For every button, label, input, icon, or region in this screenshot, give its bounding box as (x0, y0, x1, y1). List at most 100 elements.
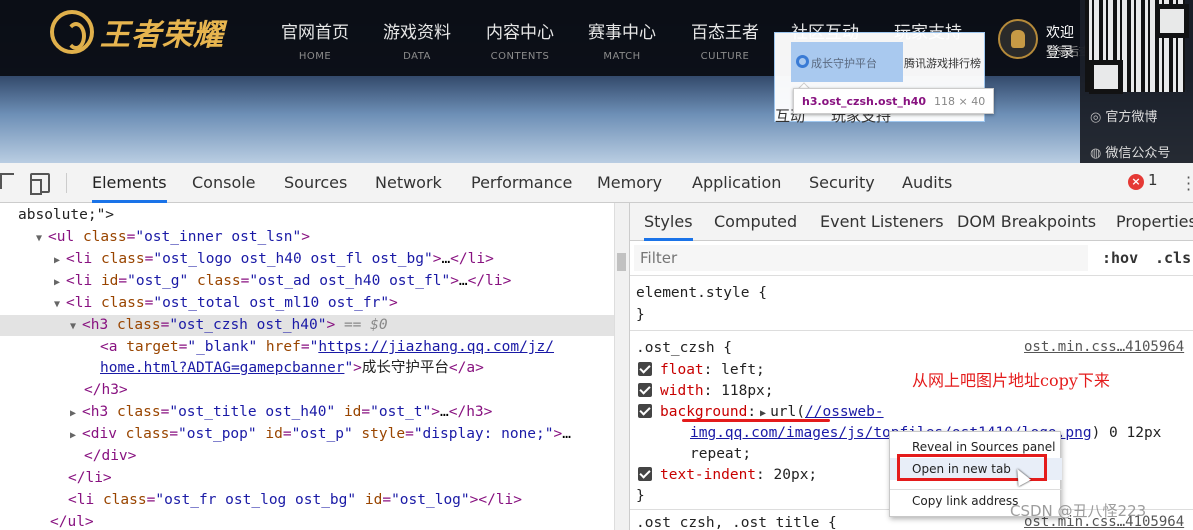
annotation-note: 从网上吧图片地址copy下来 (912, 371, 1110, 390)
game-ranking-link[interactable]: 腾讯游戏排行榜 (904, 55, 981, 71)
tab-network[interactable]: Network (375, 163, 442, 203)
nav-label: 赛事中心 (588, 23, 656, 43)
rule-close-brace: } (636, 307, 645, 323)
tree-line[interactable]: ▼ <li class="ost_total ost_ml10 ost_fr"> (0, 293, 614, 314)
devtools-toolbar: Elements Console Sources Network Perform… (0, 163, 1193, 203)
style-declaration[interactable]: width: 118px; (638, 381, 774, 401)
tree-line[interactable]: ▶ <li class="ost_logo ost_h40 ost_fl ost_… (0, 249, 614, 270)
rule-divider (630, 330, 1193, 331)
tooltip-selector: h3.ost_czsh.ost_h40 (802, 94, 927, 108)
nav-label: 游戏资料 (383, 23, 451, 43)
screenshot-root: 王者荣耀 官网首页 HOME 游戏资料 DATA 内容中心 CONTENTS 赛… (0, 0, 1193, 530)
tree-line[interactable]: absolute;"> (0, 205, 614, 226)
rule-source-link[interactable]: ost.min.css…4105964 (1024, 339, 1184, 355)
nav-label: 官网首页 (281, 23, 349, 43)
tree-line[interactable]: ▼ <ul class="ost_inner ost_lsn"> (0, 227, 614, 248)
rule-selector[interactable]: .ost_czsh { (636, 338, 732, 358)
error-icon[interactable]: × (1128, 174, 1144, 190)
expand-triangle-icon[interactable]: ▶ (70, 425, 82, 446)
tree-line[interactable]: ▶ <li id="ost_g" class="ost_ad ost_h40 os… (0, 271, 614, 292)
nav-item-match[interactable]: 赛事中心 MATCH (572, 18, 672, 62)
tree-line[interactable]: </li> (0, 468, 614, 489)
website-area: 王者荣耀 官网首页 HOME 游戏资料 DATA 内容中心 CONTENTS 赛… (0, 0, 1193, 163)
tree-line[interactable]: </div> (0, 446, 614, 467)
wechat-icon: ◍ (1090, 146, 1102, 161)
tab-memory[interactable]: Memory (597, 163, 662, 203)
weibo-icon: ◎ (1090, 110, 1102, 125)
declaration-checkbox[interactable] (638, 467, 652, 481)
watermark: CSDN @丑八怪223 (1010, 502, 1147, 520)
tree-line-selected[interactable]: ▼ <h3 class="ost_czsh ost_h40"> == $0 (0, 315, 614, 336)
toolbar-divider (66, 173, 67, 193)
declaration-checkbox[interactable] (638, 404, 652, 418)
element-style-selector[interactable]: element.style { (636, 283, 767, 303)
login-avatar-icon[interactable] (998, 19, 1038, 59)
nav-sublabel: CULTURE (700, 51, 750, 62)
expand-triangle-icon[interactable]: ▶ (54, 272, 66, 293)
nav-label: 百态王者 (691, 23, 759, 43)
tab-event-listeners[interactable]: Event Listeners (820, 203, 944, 241)
annotation-underline (682, 419, 830, 422)
tab-application[interactable]: Application (692, 163, 781, 203)
tooltip-size: 118 × 40 (934, 94, 986, 108)
tab-sources[interactable]: Sources (284, 163, 347, 203)
tree-line[interactable]: <a target="_blank" href="https://jiazhan… (0, 337, 614, 358)
class-toggle[interactable]: .cls (1155, 249, 1191, 267)
collapse-triangle-icon[interactable]: ▼ (54, 294, 66, 315)
nav-item-contents[interactable]: 内容中心 CONTENTS (470, 18, 570, 62)
tree-line[interactable]: ▶ <h3 class="ost_title ost_h40" id="ost_t… (0, 402, 614, 423)
tree-line[interactable]: <li class="ost_fr ost_log ost_bg" id="os… (0, 490, 614, 511)
styles-filter-row: :hov .cls (630, 241, 1193, 276)
tree-line[interactable]: home.html?ADTAG=gamepcbanner">成长守护平台</a> (0, 358, 614, 379)
site-logo[interactable]: 王者荣耀 (50, 10, 224, 54)
styles-filter-input[interactable] (634, 245, 1088, 271)
href-link[interactable]: home.html?ADTAG=gamepcbanner (100, 360, 344, 376)
elements-scroll-thumb[interactable] (617, 253, 626, 271)
nav-sublabel: HOME (298, 51, 332, 62)
rule-selector[interactable]: .ost_czsh, .ost_title { (636, 513, 837, 530)
tab-dom-breakpoints[interactable]: DOM Breakpoints (957, 203, 1096, 241)
nav-sublabel: CONTENTS (490, 51, 550, 62)
tab-computed[interactable]: Computed (714, 203, 797, 241)
expand-triangle-icon[interactable]: ▶ (70, 403, 82, 424)
logo-emblem-icon (50, 10, 94, 54)
rule-close-brace: } (636, 488, 645, 504)
collapse-triangle-icon[interactable]: ▼ (36, 228, 48, 249)
device-toolbar-icon[interactable] (30, 173, 50, 195)
tree-line[interactable]: </h3> (0, 380, 614, 401)
collapse-triangle-icon[interactable]: ▼ (70, 316, 82, 337)
tab-styles[interactable]: Styles (644, 203, 693, 241)
nav-item-home[interactable]: 官网首页 HOME (265, 18, 365, 62)
tab-console[interactable]: Console (192, 163, 256, 203)
hover-state-toggle[interactable]: :hov (1102, 249, 1138, 267)
tree-line[interactable]: ▶ <div class="ost_pop" id="ost_p" style="… (0, 424, 614, 445)
nav-item-culture[interactable]: 百态王者 CULTURE (675, 18, 775, 62)
logo-text: 王者荣耀 (100, 18, 224, 53)
expand-shorthand-icon[interactable]: ▶ (760, 408, 766, 419)
more-options-icon[interactable]: · · · (1186, 170, 1191, 198)
background-url-link[interactable]: //ossweb- (805, 404, 884, 420)
href-link[interactable]: https://jiazhang.qq.com/jz/ (318, 339, 554, 355)
declaration-checkbox[interactable] (638, 383, 652, 397)
inspect-element-icon[interactable] (0, 173, 14, 189)
nav-label: 内容中心 (486, 23, 554, 43)
side-link-wechat[interactable]: ◍ 微信公众号 (1090, 142, 1170, 161)
error-count[interactable]: 1 (1148, 171, 1158, 189)
style-declaration[interactable]: float: left; (638, 360, 765, 380)
expand-triangle-icon[interactable]: ▶ (54, 250, 66, 271)
tab-elements[interactable]: Elements (92, 163, 167, 203)
tree-line[interactable]: </ul> (0, 512, 614, 530)
tab-properties[interactable]: Properties (1116, 203, 1193, 241)
elements-tree[interactable]: absolute;"> ▼ <ul class="ost_inner ost_ls… (0, 203, 614, 530)
style-declaration-cont: repeat; (690, 446, 752, 462)
declaration-checkbox[interactable] (638, 362, 652, 376)
tab-audits[interactable]: Audits (902, 163, 952, 203)
tab-performance[interactable]: Performance (471, 163, 572, 203)
tab-security[interactable]: Security (809, 163, 875, 203)
side-link-weibo[interactable]: ◎ 官方微博 (1090, 106, 1157, 125)
side-link-label: 官方微博 (1105, 110, 1158, 125)
growth-guard-link[interactable]: 成长守护平台 (811, 55, 877, 71)
styles-tabbar: Styles Computed Event Listeners DOM Brea… (630, 203, 1193, 241)
nav-item-data[interactable]: 游戏资料 DATA (367, 18, 467, 62)
style-declaration[interactable]: text-indent: 20px; (638, 465, 817, 485)
